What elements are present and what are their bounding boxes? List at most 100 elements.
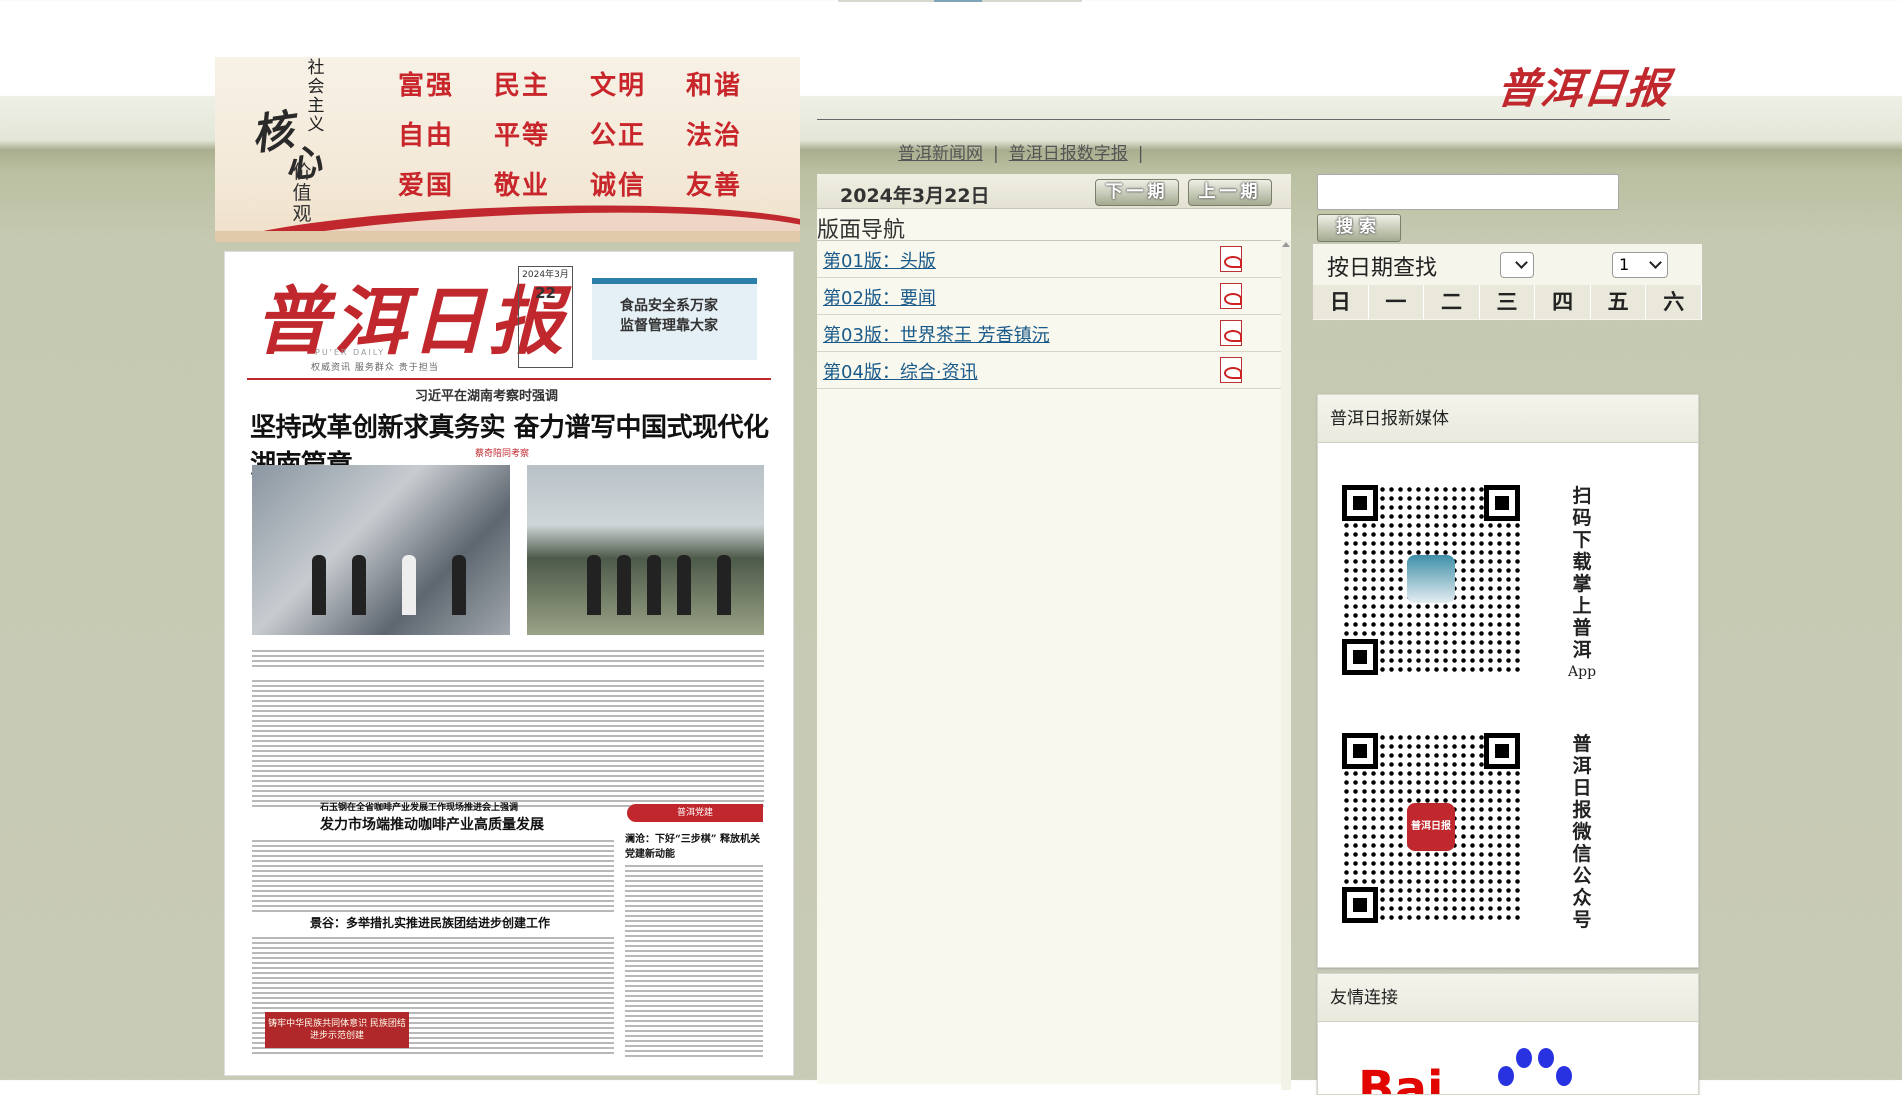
np-motto: 权威资讯 服务群众 贵于担当 xyxy=(311,363,439,373)
page-list: 第01版：头版 第02版：要闻 第03版：世界茶王 芳香镇沅 第04版：综合·资… xyxy=(817,240,1281,389)
month-select[interactable] xyxy=(1500,252,1534,278)
issue-date-bar: 2024年3月22日 下一期 上一期 xyxy=(817,174,1291,209)
wechat-qr-code: 普洱日报 xyxy=(1342,733,1520,923)
new-media-box: 普洱日报新媒体 扫码下载掌上普洱 App 普洱日报 普洱日报微信公众号 xyxy=(1317,394,1699,968)
np-byline: 蔡奇陪同考察 xyxy=(475,449,530,459)
core-value: 公正 xyxy=(590,121,647,151)
app-logo-icon xyxy=(1407,555,1455,603)
wechat-account-text: 普洱日报微信公众号 xyxy=(1572,733,1592,931)
friend-links-box: 友情连接 Bai xyxy=(1317,973,1699,1095)
np-red-rule xyxy=(247,378,771,380)
previous-issue-button[interactable]: 上一期 xyxy=(1188,179,1272,206)
weekday-label: 日 xyxy=(1313,285,1369,319)
list-item: 第02版：要闻 xyxy=(817,278,1281,315)
weekday-label: 四 xyxy=(1535,285,1591,319)
list-item: 第01版：头版 xyxy=(817,241,1281,278)
link-puer-news[interactable]: 普洱新闻网 xyxy=(898,144,983,164)
link-digital-paper[interactable]: 普洱日报数字报 xyxy=(1009,144,1128,164)
np-date-box: 2024年3月 22 xyxy=(518,266,573,368)
weekday-label: 一 xyxy=(1368,285,1425,319)
weekday-header: 日 一 二 三 四 五 六 xyxy=(1313,285,1703,319)
top-links: 普洱新闻网 | 普洱日报数字报 | xyxy=(898,139,1153,164)
np-ad-line: 监督管理靠大家 xyxy=(620,318,718,334)
header-divider xyxy=(817,119,1670,120)
app-download-qr-code xyxy=(1342,485,1520,675)
np-photo-lab xyxy=(252,465,510,635)
weekday-label: 六 xyxy=(1646,285,1703,319)
scroll-up-arrow-icon[interactable] xyxy=(1282,242,1290,247)
date-lookup-label: 按日期查找 xyxy=(1327,256,1438,281)
search-input[interactable] xyxy=(1317,174,1619,210)
wechat-logo: 普洱日报 xyxy=(1407,803,1455,851)
list-item: 第03版：世界茶王 芳香镇沅 xyxy=(817,315,1281,352)
np-date-month: 2024年3月 xyxy=(522,270,569,280)
friend-links-title: 友情连接 xyxy=(1318,974,1698,1022)
app-download-label: 扫码下载掌上普洱 xyxy=(1572,485,1592,661)
np-kicker: 习近平在湖南考察时强调 xyxy=(415,389,559,404)
np-ad-box: 食品安全系万家 监督管理靠大家 xyxy=(592,278,757,360)
top-scroll-indicator xyxy=(838,0,1082,2)
core-value: 民主 xyxy=(494,71,551,101)
site-logo[interactable]: 普洱日报 xyxy=(1495,55,1673,116)
core-values-banner: 社会主义 核 心 价值观 富强 民主 文明 和谐 自由 平等 公正 法治 爱国 … xyxy=(215,57,800,242)
pdf-icon[interactable] xyxy=(1220,357,1242,383)
page-link-04[interactable]: 第04版：综合·资讯 xyxy=(823,358,978,384)
pdf-icon[interactable] xyxy=(1220,320,1242,346)
banner-side-bottom: 价值观 xyxy=(292,161,312,225)
np-ad-line: 食品安全系万家 xyxy=(620,298,718,314)
weekday-label: 五 xyxy=(1590,285,1647,319)
chevron-down-icon xyxy=(1649,256,1662,269)
core-value: 法治 xyxy=(686,121,743,151)
pdf-icon[interactable] xyxy=(1220,246,1242,272)
np-caption-text xyxy=(252,647,764,667)
np-unity-banner: 铸牢中华民族共同体意识 民族团结进步示范创建 xyxy=(265,1012,409,1048)
baidu-paw-icon xyxy=(1498,1044,1572,1094)
new-media-title: 普洱日报新媒体 xyxy=(1318,395,1698,443)
np-head2-kicker: 石玉钢在全省咖啡产业发展工作现场推进会上强调 xyxy=(320,803,519,813)
core-value: 文明 xyxy=(590,71,647,101)
chevron-down-icon xyxy=(1515,256,1528,269)
pdf-icon[interactable] xyxy=(1220,283,1242,309)
np-photo-field xyxy=(527,465,764,635)
core-value: 富强 xyxy=(398,71,455,101)
next-issue-button[interactable]: 下一期 xyxy=(1095,179,1179,206)
day-select-value: 1 xyxy=(1619,255,1630,274)
core-value: 友善 xyxy=(686,171,743,201)
weekday-label: 三 xyxy=(1479,285,1536,319)
banner-side-top: 社会主义 xyxy=(307,58,325,135)
np-article-text xyxy=(625,862,763,1057)
page-link-03[interactable]: 第03版：世界茶王 芳香镇沅 xyxy=(823,321,1050,347)
page-list-scrollbar[interactable] xyxy=(1281,240,1291,1090)
list-item: 第04版：综合·资讯 xyxy=(817,352,1281,389)
np-article-text xyxy=(252,837,614,912)
issue-date: 2024年3月22日 xyxy=(840,185,990,207)
core-value: 敬业 xyxy=(494,171,551,201)
core-value: 自由 xyxy=(398,121,455,151)
np-article-text xyxy=(252,677,764,807)
core-value: 和谐 xyxy=(686,71,743,101)
core-values-grid: 富强 民主 文明 和谐 自由 平等 公正 法治 爱国 敬业 诚信 友善 xyxy=(398,67,782,205)
np-head3: 澜沧：下好“三步棋” 释放机关党建新动能 xyxy=(625,834,760,860)
page-link-01[interactable]: 第01版：头版 xyxy=(823,247,936,273)
app-download-text: 扫码下载掌上普洱 App xyxy=(1568,485,1596,683)
np-head4: 景谷：多举措扎实推进民族团结进步创建工作 xyxy=(310,916,551,930)
core-value: 诚信 xyxy=(590,171,647,201)
date-lookup-calendar: 按日期查找 1 日 一 二 三 四 五 六 xyxy=(1312,243,1703,321)
day-select[interactable]: 1 xyxy=(1612,252,1668,278)
baidu-logo-text: Bai xyxy=(1358,1061,1444,1094)
np-tag: 普洱党建 xyxy=(627,804,763,822)
newspaper-page-image[interactable]: 普洱日报 PU'ER DAILY 权威资讯 服务群众 贵于担当 2024年3月 … xyxy=(224,251,794,1076)
np-date-day: 22 xyxy=(535,284,556,302)
baidu-link[interactable]: Bai xyxy=(1358,1034,1658,1094)
page-navigation-panel: 2024年3月22日 下一期 上一期 版面导航 第01版：头版 第02版：要闻 … xyxy=(817,174,1291,1090)
link-separator: | xyxy=(1137,144,1144,164)
core-value: 爱国 xyxy=(398,171,455,201)
app-label: App xyxy=(1568,664,1597,680)
search-button[interactable]: 搜索 xyxy=(1317,214,1401,242)
np-head2: 发力市场端推动咖啡产业高质量发展 xyxy=(320,817,544,833)
np-subtitle: PU'ER DAILY xyxy=(315,348,386,357)
link-separator: | xyxy=(993,144,999,164)
weekday-label: 二 xyxy=(1424,285,1480,319)
page-link-02[interactable]: 第02版：要闻 xyxy=(823,284,936,310)
core-value: 平等 xyxy=(494,121,551,151)
